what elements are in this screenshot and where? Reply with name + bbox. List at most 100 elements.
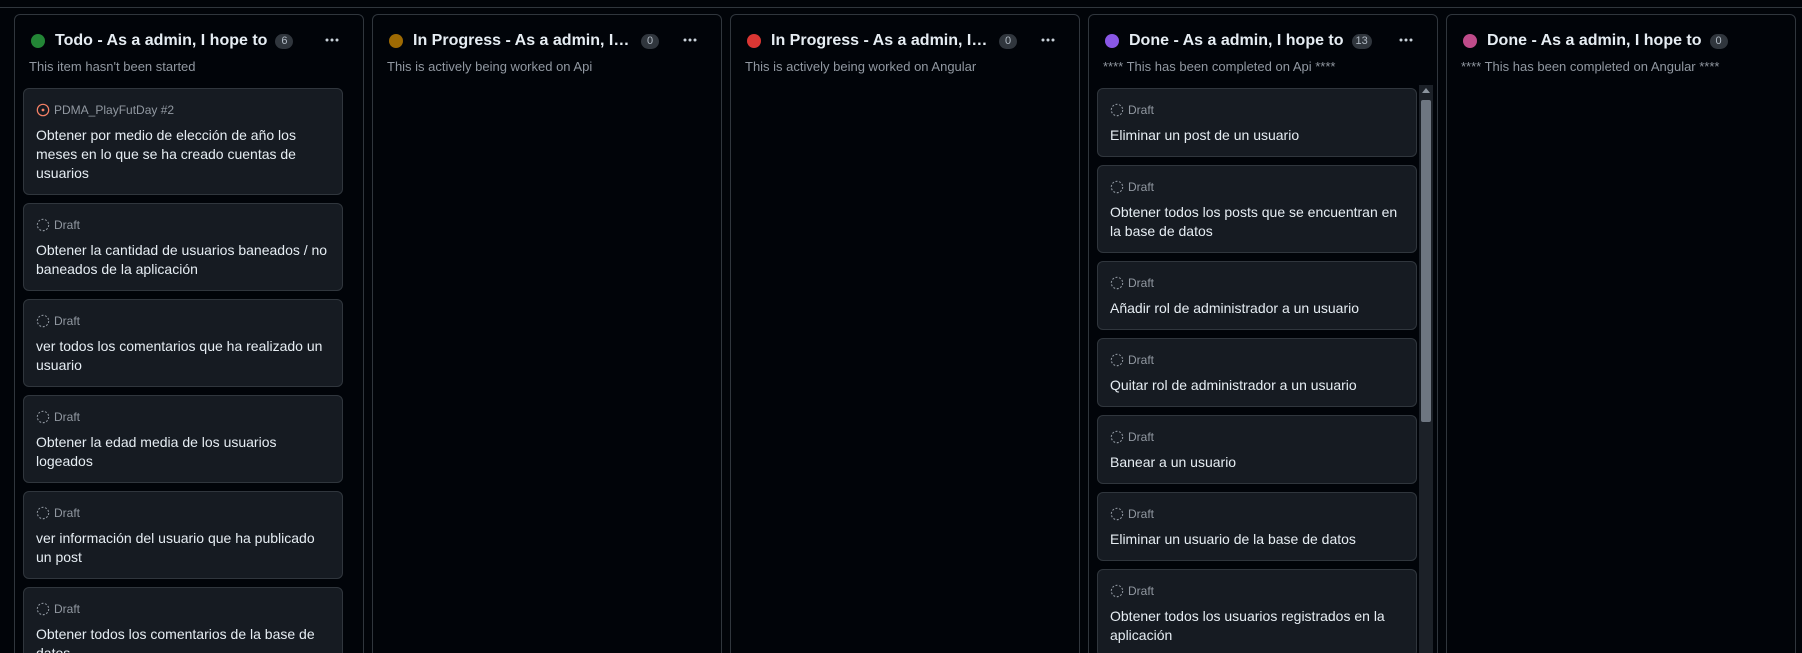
card-title[interactable]: Quitar rol de administrador a un usuario <box>1110 376 1404 395</box>
card-meta: Draft <box>1110 582 1404 600</box>
kebab-horizontal-icon <box>1399 38 1413 42</box>
column-menu-button[interactable] <box>1035 28 1061 52</box>
column-title: In Progress - As a admin, I hope to <box>413 32 633 49</box>
draft-icon <box>1110 353 1124 367</box>
card-meta: Draft <box>36 408 330 426</box>
card-title[interactable]: Obtener todos los posts que se encuentra… <box>1110 203 1404 241</box>
status-dot-icon <box>31 34 45 48</box>
card-title[interactable]: Eliminar un post de un usuario <box>1110 126 1404 145</box>
kebab-horizontal-icon <box>325 38 339 42</box>
draft-label: Draft <box>54 218 81 232</box>
kebab-horizontal-icon <box>1041 38 1055 42</box>
column-title: Done - As a admin, I hope to <box>1487 32 1702 49</box>
draft-icon <box>1110 103 1124 117</box>
issue-open-icon <box>36 103 50 117</box>
status-dot-icon <box>389 34 403 48</box>
column-header: Done - As a admin, I hope to 0 <box>1463 28 1779 54</box>
board-column-done-angular: Done - As a admin, I hope to 0 **** This… <box>1446 14 1796 653</box>
column-description: **** This has been completed on Api **** <box>1103 59 1336 74</box>
board-column-todo: Todo - As a admin, I hope to 6 This item… <box>14 14 364 653</box>
card-meta: Draft <box>1110 101 1404 119</box>
board-card[interactable]: PDMA_PlayFutDay #2 Obtener por medio de e… <box>23 88 343 195</box>
draft-label: Draft <box>1128 276 1155 290</box>
board-card[interactable]: Draft Obtener todos los comentarios de la… <box>23 587 343 653</box>
column-header: In Progress - As a admin, I hope to 0 <box>389 28 705 54</box>
column-header: Todo - As a admin, I hope to 6 <box>31 28 347 54</box>
board-column-in-progress-angular: In Progress - As a admin, I hope to 0 Th… <box>730 14 1080 653</box>
board-card[interactable]: Draft Añadir rol de administrador a un us… <box>1097 261 1417 330</box>
board-card[interactable]: Draft Eliminar un post de un usuario <box>1097 88 1417 157</box>
card-title[interactable]: ver información del usuario que ha publi… <box>36 529 330 567</box>
card-title[interactable]: ver todos los comentarios que ha realiza… <box>36 337 330 375</box>
card-title[interactable]: Banear a un usuario <box>1110 453 1404 472</box>
draft-label: Draft <box>1128 353 1155 367</box>
card-list: PDMA_PlayFutDay #2 Obtener por medio de e… <box>23 88 343 653</box>
card-title[interactable]: Añadir rol de administrador a un usuario <box>1110 299 1404 318</box>
column-menu-button[interactable] <box>1393 28 1419 52</box>
board-card[interactable]: Draft Obtener la cantidad de usuarios ban… <box>23 203 343 291</box>
draft-icon <box>36 314 50 328</box>
column-menu-button[interactable] <box>677 28 703 52</box>
column-description: This is actively being worked on Angular <box>745 59 977 74</box>
column-description: This item hasn't been started <box>29 59 196 74</box>
status-dot-icon <box>1105 34 1119 48</box>
draft-icon <box>36 506 50 520</box>
card-meta: Draft <box>1110 428 1404 446</box>
draft-icon <box>36 410 50 424</box>
card-list: Draft Eliminar un post de un usuario Draft… <box>1097 88 1417 653</box>
item-count-badge: 13 <box>1351 33 1372 49</box>
board-card[interactable]: Draft ver información del usuario que ha … <box>23 491 343 579</box>
draft-label: Draft <box>1128 584 1155 598</box>
scroll-up-arrow-icon[interactable] <box>1422 88 1430 93</box>
board-column-in-progress-api: In Progress - As a admin, I hope to 0 Th… <box>372 14 722 653</box>
card-meta: Draft <box>1110 351 1404 369</box>
draft-icon <box>36 218 50 232</box>
column-title: Done - As a admin, I hope to <box>1129 32 1344 49</box>
draft-icon <box>1110 180 1124 194</box>
board-card[interactable]: Draft Eliminar un usuario de la base de d… <box>1097 492 1417 561</box>
column-header: In Progress - As a admin, I hope to 0 <box>747 28 1063 54</box>
column-title: In Progress - As a admin, I hope to <box>771 32 991 49</box>
column-header: Done - As a admin, I hope to 13 <box>1105 28 1421 54</box>
card-title[interactable]: Obtener todos los usuarios registrados e… <box>1110 607 1404 645</box>
board-card[interactable]: Draft Obtener todos los posts que se encu… <box>1097 165 1417 253</box>
draft-label: Draft <box>1128 430 1155 444</box>
column-scrollbar[interactable] <box>1419 85 1433 653</box>
board-card[interactable]: Draft ver todos los comentarios que ha re… <box>23 299 343 387</box>
draft-icon <box>1110 430 1124 444</box>
card-meta: Draft <box>1110 274 1404 292</box>
card-title[interactable]: Obtener por medio de elección de año los… <box>36 126 330 183</box>
draft-label: Draft <box>54 602 81 616</box>
scrollbar-thumb[interactable] <box>1421 100 1431 422</box>
kebab-horizontal-icon <box>683 38 697 42</box>
card-meta: Draft <box>1110 505 1404 523</box>
draft-label: Draft <box>54 314 81 328</box>
column-menu-button[interactable] <box>319 28 345 52</box>
draft-icon <box>1110 507 1124 521</box>
item-count-badge: 0 <box>641 33 659 49</box>
card-title[interactable]: Obtener la cantidad de usuarios baneados… <box>36 241 330 279</box>
draft-label: Draft <box>1128 180 1155 194</box>
card-meta: Draft <box>36 504 330 522</box>
draft-icon <box>36 602 50 616</box>
issue-reference[interactable]: PDMA_PlayFutDay #2 <box>54 103 174 117</box>
item-count-badge: 0 <box>999 33 1017 49</box>
item-count-badge: 0 <box>1709 33 1728 49</box>
draft-label: Draft <box>1128 103 1155 117</box>
draft-icon <box>1110 584 1124 598</box>
board-card[interactable]: Draft Banear a un usuario <box>1097 415 1417 484</box>
board-column-done-api: Done - As a admin, I hope to 13 **** Thi… <box>1088 14 1438 653</box>
board-card[interactable]: Draft Quitar rol de administrador a un us… <box>1097 338 1417 407</box>
status-dot-icon <box>1463 34 1477 48</box>
card-meta: Draft <box>36 600 330 618</box>
card-meta: Draft <box>36 312 330 330</box>
card-title[interactable]: Obtener todos los comentarios de la base… <box>36 625 330 653</box>
card-title[interactable]: Obtener la edad media de los usuarios lo… <box>36 433 330 471</box>
top-divider <box>0 7 1802 8</box>
board-card[interactable]: Draft Obtener todos los usuarios registra… <box>1097 569 1417 653</box>
card-meta: Draft <box>1110 178 1404 196</box>
column-description: This is actively being worked on Api <box>387 59 593 74</box>
board-card[interactable]: Draft Obtener la edad media de los usuari… <box>23 395 343 483</box>
card-title[interactable]: Eliminar un usuario de la base de datos <box>1110 530 1404 549</box>
draft-label: Draft <box>54 410 81 424</box>
